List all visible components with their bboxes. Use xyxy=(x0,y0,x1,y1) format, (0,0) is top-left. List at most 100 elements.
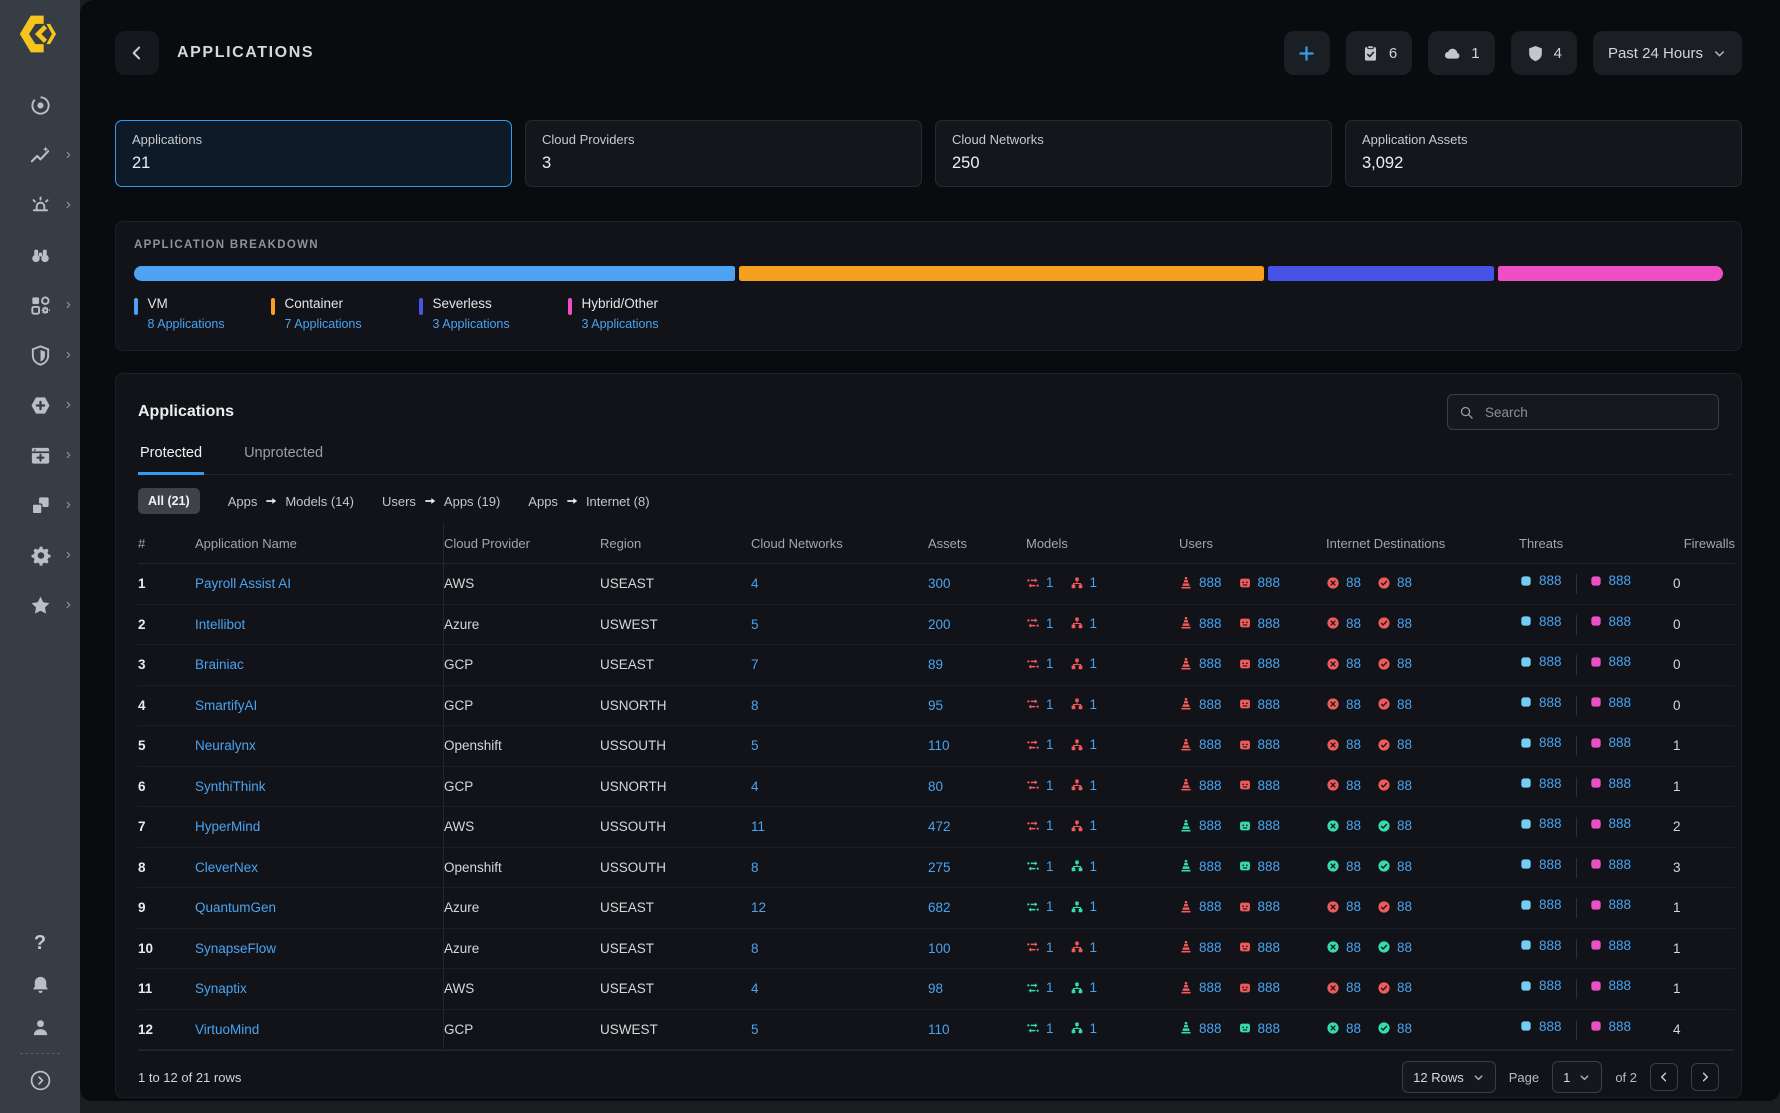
sidebar-item-expand[interactable] xyxy=(0,1059,80,1101)
cloud-networks-link[interactable]: 7 xyxy=(751,657,759,672)
metric-count-link[interactable]: 888 xyxy=(1609,573,1632,588)
search-box[interactable] xyxy=(1447,394,1719,430)
metric-count-link[interactable]: 888 xyxy=(1539,938,1562,953)
assets-link[interactable]: 200 xyxy=(928,617,951,632)
breakdown-segment-severless[interactable] xyxy=(1268,266,1493,281)
metric-count-link[interactable]: 88 xyxy=(1346,697,1361,712)
metric-count-link[interactable]: 1 xyxy=(1090,899,1098,914)
metric-count-link[interactable]: 888 xyxy=(1258,980,1281,995)
metric-count-link[interactable]: 88 xyxy=(1346,575,1361,590)
metric-count-link[interactable]: 888 xyxy=(1199,899,1222,914)
application-name-link[interactable]: QuantumGen xyxy=(195,900,276,915)
metric-count-link[interactable]: 88 xyxy=(1346,818,1361,833)
sidebar-item-radar[interactable] xyxy=(0,80,80,130)
metric-count-link[interactable]: 1 xyxy=(1046,940,1054,955)
cloud-networks-link[interactable]: 4 xyxy=(751,576,759,591)
stat-card-cloud-providers[interactable]: Cloud Providers3 xyxy=(525,120,922,187)
metric-count-link[interactable]: 888 xyxy=(1258,899,1281,914)
cloud-networks-link[interactable]: 4 xyxy=(751,779,759,794)
metric-count-link[interactable]: 1 xyxy=(1090,818,1098,833)
assets-link[interactable]: 472 xyxy=(928,819,951,834)
application-name-link[interactable]: Neuralynx xyxy=(195,738,256,753)
application-name-link[interactable]: CleverNex xyxy=(195,860,258,875)
metric-count-link[interactable]: 888 xyxy=(1199,778,1222,793)
metric-count-link[interactable]: 88 xyxy=(1397,859,1412,874)
sidebar-item-binoculars[interactable] xyxy=(0,230,80,280)
back-button[interactable] xyxy=(115,31,159,75)
metric-count-link[interactable]: 88 xyxy=(1397,697,1412,712)
cloud-networks-link[interactable]: 5 xyxy=(751,617,759,632)
application-name-link[interactable]: SynapseFlow xyxy=(195,941,276,956)
cloud-networks-link[interactable]: 8 xyxy=(751,941,759,956)
metric-count-link[interactable]: 888 xyxy=(1609,614,1632,629)
metric-count-link[interactable]: 888 xyxy=(1199,616,1222,631)
application-name-link[interactable]: Intellibot xyxy=(195,617,245,632)
assets-link[interactable]: 275 xyxy=(928,860,951,875)
metric-count-link[interactable]: 1 xyxy=(1090,778,1098,793)
metric-count-link[interactable]: 888 xyxy=(1258,778,1281,793)
stat-card-cloud-networks[interactable]: Cloud Networks250 xyxy=(935,120,1332,187)
metric-count-link[interactable]: 888 xyxy=(1609,897,1632,912)
stat-card-applications[interactable]: Applications21 xyxy=(115,120,512,187)
rows-per-page-dropdown[interactable]: 12 Rows xyxy=(1402,1061,1496,1093)
sidebar-item-servers[interactable]: › xyxy=(0,480,80,530)
tab-unprotected[interactable]: Unprotected xyxy=(242,445,325,475)
sidebar-item-hexagon-plus[interactable]: › xyxy=(0,380,80,430)
metric-count-link[interactable]: 88 xyxy=(1397,899,1412,914)
legend-count-link[interactable]: 3 Applications xyxy=(582,317,659,331)
cloud-networks-link[interactable]: 5 xyxy=(751,738,759,753)
metric-count-link[interactable]: 88 xyxy=(1346,737,1361,752)
time-range-dropdown[interactable]: Past 24 Hours xyxy=(1593,31,1742,75)
application-name-link[interactable]: SmartifyAI xyxy=(195,698,257,713)
metric-count-link[interactable]: 888 xyxy=(1539,1019,1562,1034)
metric-count-link[interactable]: 88 xyxy=(1397,980,1412,995)
metric-count-link[interactable]: 888 xyxy=(1199,697,1222,712)
metric-count-link[interactable]: 888 xyxy=(1199,859,1222,874)
sidebar-item-alert-siren[interactable]: › xyxy=(0,180,80,230)
metric-count-link[interactable]: 88 xyxy=(1346,899,1361,914)
metric-count-link[interactable]: 888 xyxy=(1539,857,1562,872)
metric-count-link[interactable]: 1 xyxy=(1046,899,1054,914)
brand-logo[interactable] xyxy=(18,12,62,58)
legend-count-link[interactable]: 8 Applications xyxy=(148,317,225,331)
sidebar-item-settings[interactable]: › xyxy=(0,530,80,580)
metric-count-link[interactable]: 1 xyxy=(1090,940,1098,955)
metric-count-link[interactable]: 888 xyxy=(1539,897,1562,912)
metric-count-link[interactable]: 888 xyxy=(1609,938,1632,953)
metric-count-link[interactable]: 888 xyxy=(1539,654,1562,669)
metric-count-link[interactable]: 1 xyxy=(1090,616,1098,631)
filter-pill-all[interactable]: All (21) xyxy=(138,488,200,514)
metric-count-link[interactable]: 1 xyxy=(1046,980,1054,995)
assets-link[interactable]: 100 xyxy=(928,941,951,956)
metric-count-link[interactable]: 888 xyxy=(1609,776,1632,791)
sidebar-item-components[interactable]: › xyxy=(0,280,80,330)
metric-count-link[interactable]: 888 xyxy=(1539,735,1562,750)
sidebar-item-shield[interactable]: › xyxy=(0,330,80,380)
metric-count-link[interactable]: 888 xyxy=(1539,978,1562,993)
metric-count-link[interactable]: 888 xyxy=(1258,818,1281,833)
metric-count-link[interactable]: 1 xyxy=(1046,575,1054,590)
header-badge-cloud[interactable]: 1 xyxy=(1428,31,1494,75)
cloud-networks-link[interactable]: 8 xyxy=(751,860,759,875)
application-name-link[interactable]: HyperMind xyxy=(195,819,260,834)
metric-count-link[interactable]: 888 xyxy=(1258,859,1281,874)
metric-count-link[interactable]: 88 xyxy=(1397,575,1412,590)
metric-count-link[interactable]: 888 xyxy=(1258,656,1281,671)
metric-count-link[interactable]: 888 xyxy=(1199,575,1222,590)
metric-count-link[interactable]: 88 xyxy=(1346,1021,1361,1036)
previous-page-button[interactable] xyxy=(1650,1063,1678,1091)
sidebar-item-help[interactable]: ? xyxy=(0,922,80,964)
search-input[interactable] xyxy=(1483,404,1707,421)
breakdown-segment-hybrid-other[interactable] xyxy=(1498,266,1723,281)
metric-count-link[interactable]: 88 xyxy=(1346,980,1361,995)
page-number-dropdown[interactable]: 1 xyxy=(1552,1061,1602,1093)
application-name-link[interactable]: SynthiThink xyxy=(195,779,266,794)
assets-link[interactable]: 98 xyxy=(928,981,943,996)
cloud-networks-link[interactable]: 12 xyxy=(751,900,766,915)
metric-count-link[interactable]: 1 xyxy=(1090,697,1098,712)
assets-link[interactable]: 95 xyxy=(928,698,943,713)
metric-count-link[interactable]: 1 xyxy=(1090,859,1098,874)
metric-count-link[interactable]: 888 xyxy=(1609,654,1632,669)
metric-count-link[interactable]: 88 xyxy=(1346,656,1361,671)
metric-count-link[interactable]: 1 xyxy=(1046,818,1054,833)
